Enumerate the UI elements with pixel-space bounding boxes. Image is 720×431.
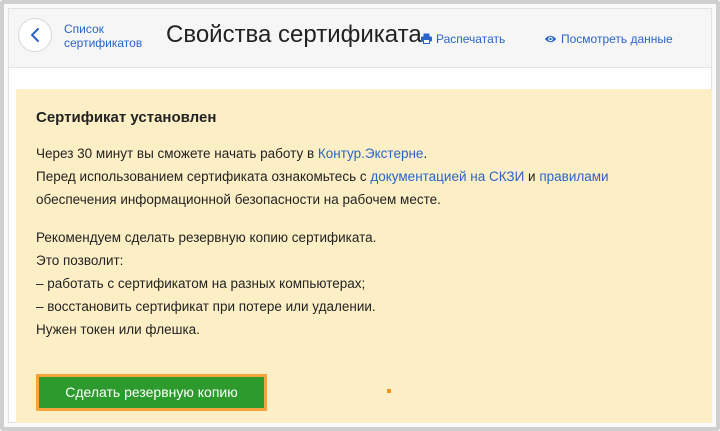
view-data-link[interactable]: Посмотреть данные xyxy=(544,32,673,46)
backup-line-1: Рекомендуем сделать резервную копию серт… xyxy=(36,230,377,245)
print-link[interactable]: Распечатать xyxy=(421,32,505,46)
backup-line-4: – восстановить сертификат при потере или… xyxy=(36,299,376,314)
eye-icon xyxy=(544,35,557,43)
page: Список сертификатов Свойства сертификата… xyxy=(8,8,712,423)
info-line-1-text: Через 30 минут вы сможете начать работу … xyxy=(36,146,318,161)
security-rules-link[interactable]: правилами xyxy=(539,169,608,184)
notice-paragraph-info: Через 30 минут вы сможете начать работу … xyxy=(36,142,701,211)
window-frame: Список сертификатов Свойства сертификата… xyxy=(0,0,720,431)
certificate-installed-notice: Сертификат установлен Через 30 минут вы … xyxy=(16,89,712,423)
back-link[interactable]: Список сертификатов xyxy=(64,22,142,50)
kontur-extern-link[interactable]: Контур.Экстерне xyxy=(318,146,424,161)
backup-line-5: Нужен токен или флешка. xyxy=(36,322,200,337)
info-line-2: Перед использованием сертификата ознаком… xyxy=(36,165,701,188)
info-line-2-text: Перед использованием сертификата ознаком… xyxy=(36,169,371,184)
backup-line-3: – работать с сертификатом на разных комп… xyxy=(36,276,366,291)
notice-paragraph-backup: Рекомендуем сделать резервную копию серт… xyxy=(36,226,701,341)
chevron-left-icon xyxy=(31,28,39,42)
back-link-line1[interactable]: Список xyxy=(64,22,142,36)
page-title: Свойства сертификата xyxy=(166,21,422,48)
cursor-marker xyxy=(387,389,391,393)
print-link-label[interactable]: Распечатать xyxy=(436,32,505,46)
view-data-link-label[interactable]: Посмотреть данные xyxy=(561,32,673,46)
info-line-1-end: . xyxy=(423,146,428,161)
info-line-2-mid: и xyxy=(524,169,540,184)
skzi-docs-link[interactable]: документацией на СКЗИ xyxy=(370,169,524,184)
info-line-3: обеспечения информационной безопасности … xyxy=(36,192,441,207)
back-link-line2[interactable]: сертификатов xyxy=(64,36,142,50)
page-header: Список сертификатов Свойства сертификата… xyxy=(9,9,711,68)
make-backup-button[interactable]: Сделать резервную копию xyxy=(39,377,264,408)
backup-button-highlight: Сделать резервную копию xyxy=(36,374,267,411)
info-line-1: Через 30 минут вы сможете начать работу … xyxy=(36,142,701,165)
backup-line-2: Это позволит: xyxy=(36,253,124,268)
notice-title: Сертификат установлен xyxy=(36,109,217,126)
printer-icon xyxy=(421,33,432,44)
back-button[interactable] xyxy=(18,18,52,52)
